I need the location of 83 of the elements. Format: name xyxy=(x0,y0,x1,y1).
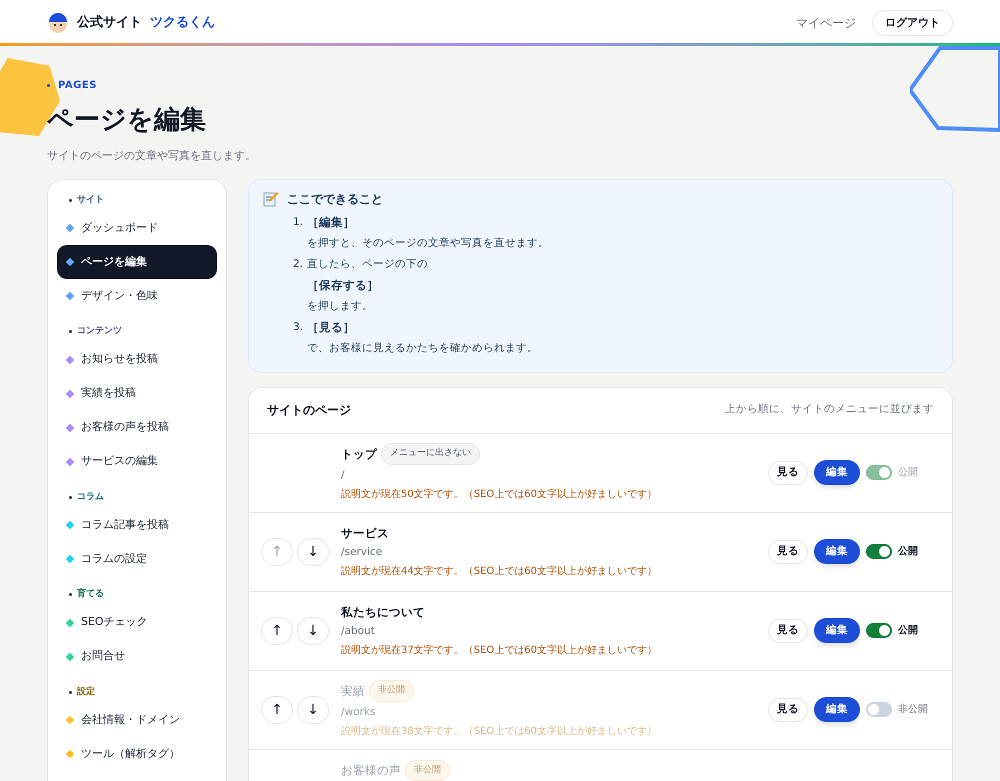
bullet-icon xyxy=(69,330,72,334)
eyebrow-label: PAGES xyxy=(58,79,97,93)
sidebar-item[interactable]: ページを編集 xyxy=(57,245,217,279)
panel-note: 上から順に、サイトのメニューに並びます xyxy=(725,402,934,418)
edit-button[interactable]: 編集 xyxy=(814,539,860,564)
page-name: お客様の声 xyxy=(341,762,401,779)
edit-button[interactable]: 編集 xyxy=(814,460,860,485)
toggle-label: 公開 xyxy=(898,544,918,559)
toggle-label: 公開 xyxy=(898,466,918,480)
step-number: 1. xyxy=(293,214,304,230)
page-badge: 非公開 xyxy=(369,680,414,702)
sidebar-item[interactable]: 会社情報・ドメイン xyxy=(57,703,217,737)
step-number: 3. xyxy=(293,320,304,334)
seo-warning: 説明文が現在44文字です。（SEO上では60文字以上が好ましいです） xyxy=(341,564,658,578)
site-name: ツクるくん xyxy=(150,14,215,32)
step-text: で、お客様に見えるかたちを確かめられます。 xyxy=(306,340,538,356)
page-badge: メニューに出さない xyxy=(381,443,480,465)
page-path: /works xyxy=(341,704,376,720)
sidebar-item[interactable]: デザイン・色味 xyxy=(57,279,217,313)
seo-warning: 説明文が現在50文字です。（SEO上では60文字以上が好ましいです） xyxy=(341,488,658,502)
page-name: 実績 xyxy=(341,682,365,700)
step-action: ［見る］ xyxy=(307,318,356,336)
bullet-icon xyxy=(47,84,50,87)
sidebar-item[interactable]: お知らせを投稿 xyxy=(57,342,217,376)
page-badge: 非公開 xyxy=(405,760,450,781)
site-label: 公式サイト xyxy=(77,14,142,32)
seo-warning: 説明文が現在38文字です。（SEO上では60文字以上が好ましいです） xyxy=(341,724,658,739)
panel-title: サイトのページ xyxy=(267,402,351,419)
group-label: コンテンツ xyxy=(77,325,122,338)
step-action: ［保存する］ xyxy=(306,276,379,294)
page-name: トップ xyxy=(341,446,377,462)
move-button[interactable]: ↓ xyxy=(297,696,329,724)
page-title: ページを編集 xyxy=(47,104,207,137)
bullet-icon xyxy=(69,198,72,202)
sidebar-item[interactable]: お客様の声を投稿 xyxy=(57,410,217,444)
sidebar-item[interactable]: SEOチェック xyxy=(57,606,217,640)
toggle-label: 公開 xyxy=(898,624,918,638)
step-number: 2. xyxy=(293,256,304,272)
hexagon-outline-icon xyxy=(910,46,1000,132)
view-button[interactable]: 見る xyxy=(768,698,808,722)
sidebar-item[interactable]: 実績を投稿 xyxy=(57,376,217,410)
help-title: ここでできること xyxy=(287,190,383,208)
bullet-icon xyxy=(69,496,72,499)
page-path: /service xyxy=(341,544,384,560)
sidebar-item[interactable]: サービスの編集 xyxy=(57,444,217,478)
view-button[interactable]: 見る xyxy=(768,618,808,642)
edit-button[interactable]: 編集 xyxy=(814,697,860,722)
page-name: 私たちについて xyxy=(341,604,425,620)
edit-button[interactable]: 編集 xyxy=(814,618,860,643)
toggle-label: 非公開 xyxy=(898,702,928,717)
sidebar-item[interactable]: コラム記事を投稿 xyxy=(57,508,217,542)
toggle-switch[interactable] xyxy=(866,623,892,638)
page-path: /about xyxy=(341,624,376,639)
page-name: サービス xyxy=(341,524,389,542)
sidebar-item[interactable]: コラムの設定 xyxy=(57,542,217,576)
sidebar-item[interactable]: ダッシュボード xyxy=(57,211,217,245)
view-button[interactable]: 見る xyxy=(768,460,808,484)
move-button[interactable]: ↓ xyxy=(297,616,329,644)
step-action: ［編集］ xyxy=(307,214,356,230)
bullet-icon xyxy=(69,690,72,694)
step-text: 直したら、ページの下の xyxy=(307,256,428,272)
memo-icon xyxy=(263,190,279,206)
toggle-switch[interactable] xyxy=(866,544,892,559)
mypage-link[interactable]: マイページ xyxy=(796,14,856,32)
bullet-icon xyxy=(69,593,72,596)
sidebar-item[interactable]: ツール（解析タグ） xyxy=(57,737,217,771)
step-text: を押すと、そのページの文章や写真を直せます。 xyxy=(306,236,549,250)
toggle-switch[interactable] xyxy=(866,702,892,717)
move-button[interactable]: ↓ xyxy=(297,538,329,566)
page-subtitle: サイトのページの文章や写真を直します。 xyxy=(47,148,257,164)
view-button[interactable]: 見る xyxy=(768,540,808,564)
group-label: サイト xyxy=(77,194,104,206)
page-path: / xyxy=(341,468,346,483)
sidebar-item[interactable]: お問合せ xyxy=(57,640,217,674)
move-button[interactable]: ↑ xyxy=(261,696,293,724)
seo-warning: 説明文が現在37文字です。（SEO上では60文字以上が好ましいです） xyxy=(341,644,658,658)
group-label: コラム xyxy=(77,490,104,504)
step-text: を押します。 xyxy=(306,298,373,314)
mascot-icon xyxy=(47,12,69,34)
logout-button[interactable]: ログアウト xyxy=(872,10,953,36)
group-label: 育てる xyxy=(77,588,104,601)
group-label: 設定 xyxy=(77,686,95,698)
move-button[interactable]: ↑ xyxy=(261,616,293,644)
